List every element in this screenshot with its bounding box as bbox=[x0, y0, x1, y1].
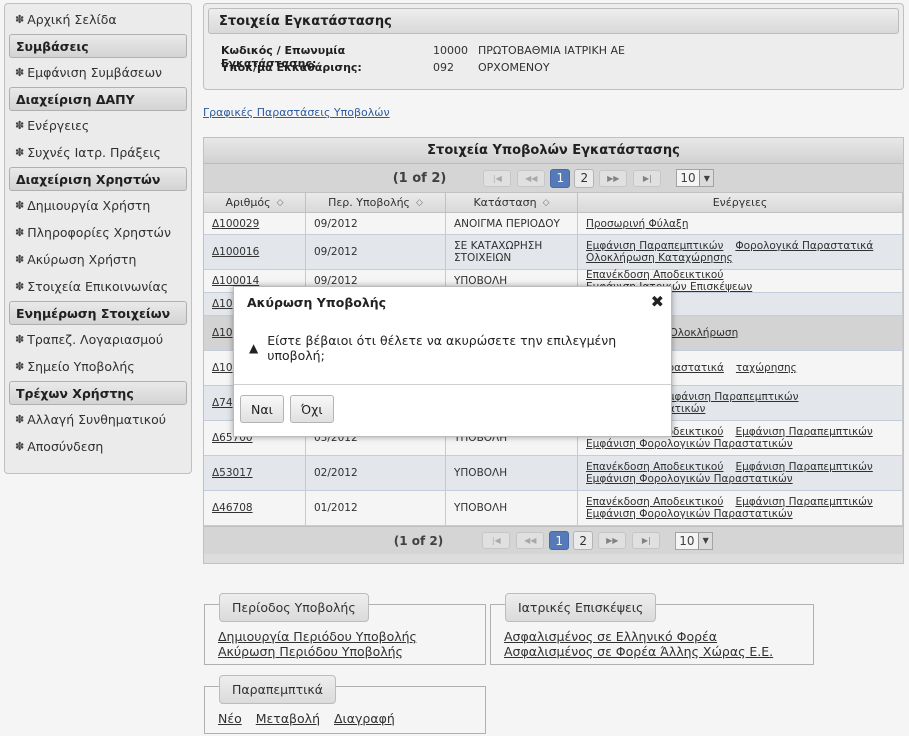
dialog-message-row: ▲ Είστε βέβαιοι ότι θέλετε να ακυρώσετε … bbox=[249, 333, 671, 363]
cancel-submission-dialog: Ακύρωση Υποβολής ✖ ▲ Είστε βέβαιοι ότι θ… bbox=[233, 286, 672, 437]
close-icon[interactable]: ✖ bbox=[651, 292, 664, 311]
dialog-divider bbox=[234, 384, 671, 385]
warning-icon: ▲ bbox=[249, 341, 259, 355]
no-button[interactable]: Όχι bbox=[290, 395, 334, 423]
dialog-message: Είστε βέβαιοι ότι θέλετε να ακυρώσετε τη… bbox=[267, 333, 617, 363]
dialog-title: Ακύρωση Υποβολής bbox=[247, 295, 387, 310]
yes-button[interactable]: Ναι bbox=[240, 395, 284, 423]
